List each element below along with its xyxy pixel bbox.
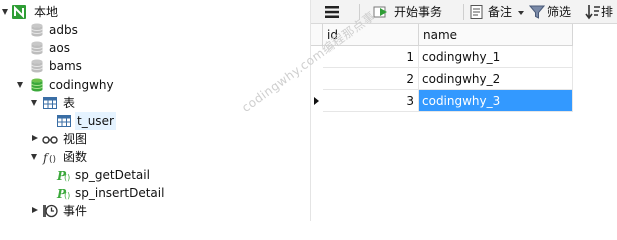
database-icon: [31, 23, 43, 37]
comment-note-icon: [470, 5, 483, 19]
connection-icon: [12, 5, 26, 19]
cell-id[interactable]: 2: [323, 68, 419, 90]
sort-label: 排: [601, 5, 614, 19]
database-label: codingwhy: [49, 78, 114, 92]
collapse-toggle-icon[interactable]: [31, 154, 37, 160]
expand-toggle-icon[interactable]: [2, 9, 8, 15]
table-label: t_user: [75, 112, 116, 130]
cell-name[interactable]: codingwhy_1: [419, 46, 573, 68]
tree-db-aos[interactable]: aos: [0, 39, 140, 57]
row-selector[interactable]: [311, 90, 323, 112]
database-icon: [31, 59, 43, 73]
group-label: 函数: [63, 150, 88, 164]
tree-function-sp-getdetail[interactable]: P () sp_getDetail: [0, 166, 180, 184]
expand-toggle-icon[interactable]: [32, 135, 38, 141]
table-row[interactable]: 1 codingwhy_1: [323, 46, 573, 68]
group-label: 视图: [63, 132, 88, 146]
table-row-selected[interactable]: 3 codingwhy_3: [323, 90, 573, 112]
svg-text:(): (): [64, 173, 70, 182]
dropdown-caret-icon[interactable]: [517, 9, 525, 17]
data-grid: id name 1 codingwhy_1 2 codingwhy_2 3 co…: [311, 24, 617, 221]
tree-group-events[interactable]: 事件: [0, 202, 160, 220]
table-icon: [43, 97, 57, 109]
filter-label: 筛选: [547, 5, 572, 19]
procedure-icon: P (): [56, 169, 70, 183]
database-label: bams: [49, 59, 82, 73]
event-clock-icon: [43, 204, 58, 218]
menu-button[interactable]: [321, 0, 343, 24]
tree-db-adbs[interactable]: adbs: [0, 21, 140, 39]
tree-db-codingwhy[interactable]: codingwhy: [0, 76, 160, 94]
collapse-toggle-icon[interactable]: [17, 82, 23, 88]
cell-id[interactable]: 3: [323, 90, 419, 112]
database-label: adbs: [49, 23, 78, 37]
filter-funnel-icon: [529, 5, 545, 19]
function-icon: f (): [42, 151, 56, 165]
tree-group-views[interactable]: 视图: [0, 130, 160, 148]
tree-db-bams[interactable]: bams: [0, 57, 140, 75]
database-icon: [31, 41, 43, 55]
expand-toggle-icon[interactable]: [32, 207, 38, 213]
tree-group-functions[interactable]: f () 函数: [0, 148, 160, 166]
tree-table-t-user[interactable]: t_user: [0, 112, 170, 130]
database-open-icon: [31, 78, 43, 92]
comment-label: 备注: [488, 5, 513, 19]
view-icon: [42, 136, 58, 144]
cell-name[interactable]: codingwhy_2: [419, 68, 573, 90]
collapse-toggle-icon[interactable]: [31, 100, 37, 106]
group-label: 事件: [63, 204, 88, 218]
current-row-arrow-icon: [314, 97, 319, 105]
comment-button[interactable]: 备注: [469, 0, 525, 24]
svg-text:(): (): [64, 191, 70, 200]
table-icon: [57, 115, 71, 127]
toolbar-separator: [463, 4, 464, 20]
cell-name-selected[interactable]: codingwhy_3: [419, 90, 573, 112]
column-header-name[interactable]: name: [419, 24, 573, 46]
tree-connection-local[interactable]: 本地: [0, 3, 120, 21]
filter-button[interactable]: 筛选: [529, 0, 577, 24]
function-label: sp_getDetail: [75, 168, 150, 182]
begin-transaction-label: 开始事务: [394, 5, 443, 19]
begin-transaction-button[interactable]: 开始事务: [373, 0, 459, 24]
database-label: aos: [49, 41, 70, 55]
connection-label: 本地: [34, 5, 59, 19]
group-label: 表: [63, 96, 76, 110]
row-selector[interactable]: [311, 68, 323, 90]
procedure-icon: P (): [56, 187, 70, 201]
svg-text:(): (): [49, 155, 56, 165]
tree-function-sp-insertdetail[interactable]: P () sp_insertDetail: [0, 184, 180, 202]
hamburger-menu-icon: [325, 6, 339, 18]
function-label: sp_insertDetail: [75, 186, 165, 200]
sort-icon: [585, 5, 600, 20]
tree-group-tables[interactable]: 表: [0, 94, 160, 112]
table-row[interactable]: 2 codingwhy_2: [323, 68, 573, 90]
navigation-tree: 本地 adbs aos bams codingwhy 表 t_user 视图 f…: [0, 0, 311, 221]
sort-button[interactable]: 排: [585, 0, 615, 24]
